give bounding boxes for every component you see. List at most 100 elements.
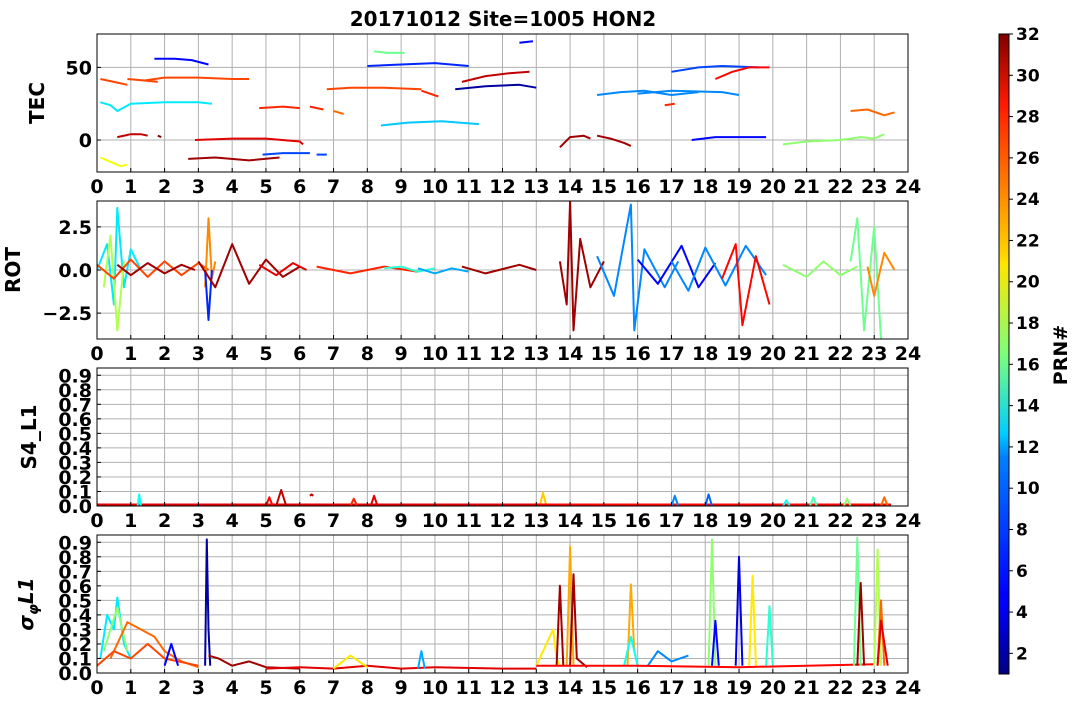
x-tick-label: 22	[827, 510, 853, 532]
x-tick-label: 16	[624, 176, 650, 198]
series-line-prn-29	[194, 137, 304, 146]
x-tick-label: 12	[489, 510, 515, 532]
x-tick-label: 0	[90, 677, 103, 699]
x-tick-label: 4	[226, 677, 239, 699]
panel-3: 0 1 2 3 4 5 6 7 8 9 10 11 12 13 14 15 16 17 18 19 20 21 22 23 24…	[14, 532, 921, 699]
x-tick-label: 15	[591, 677, 617, 699]
x-tick-label: 14	[557, 510, 583, 532]
y-tick-label: 0.9	[58, 365, 92, 387]
x-tick-label: 12	[489, 343, 515, 365]
x-tick-label: 19	[726, 343, 752, 365]
x-tick-label: 5	[259, 510, 272, 532]
x-tick-label: 20	[760, 343, 786, 365]
x-tick-label: 19	[726, 176, 752, 198]
x-tick-label: 2	[158, 510, 171, 532]
x-tick-label: 20	[760, 510, 786, 532]
series-line-prn-17	[782, 133, 885, 146]
colorbar-gradient	[999, 34, 1009, 674]
x-tick-label: 13	[523, 343, 549, 365]
x-tick-label: 3	[192, 176, 205, 198]
x-tick-label: 6	[293, 343, 306, 365]
series-line-prn-5	[154, 57, 209, 66]
series-line-prn-26	[100, 78, 128, 86]
x-tick-label: 16	[624, 677, 650, 699]
x-tick-label: 10	[422, 510, 448, 532]
x-tick-label: 21	[793, 677, 819, 699]
x-tick-label: 3	[192, 510, 205, 532]
series-line-prn-24	[204, 217, 217, 288]
x-tick-label: 2	[158, 176, 171, 198]
series-line-prn-12	[97, 206, 142, 306]
x-tick-label: 13	[523, 510, 549, 532]
colorbar-label: PRN#	[1050, 325, 1072, 385]
series-line-prn-16	[849, 217, 882, 339]
series-line-prn-10	[417, 650, 426, 669]
x-tick-label: 23	[861, 677, 887, 699]
x-tick-label: 18	[692, 343, 718, 365]
x-tick-label: 23	[861, 510, 887, 532]
figure-title: 20171012 Site=1005 HON2	[350, 7, 656, 31]
series-line-prn-27	[309, 105, 324, 111]
x-tick-label: 24	[895, 176, 921, 198]
series-line-prn-31	[559, 134, 591, 149]
x-tick-label: 13	[523, 677, 549, 699]
y-tick-label: 0.9	[58, 532, 92, 554]
y-tick-label: −2.5	[42, 303, 92, 325]
series-line-prn-31	[596, 134, 632, 147]
series-line-prn-17	[782, 260, 858, 278]
x-tick-label: 11	[455, 176, 481, 198]
x-tick-label: 7	[327, 677, 340, 699]
x-tick-label: 7	[327, 176, 340, 198]
y-tick-label: 0.0	[58, 260, 92, 282]
x-tick-label: 21	[793, 343, 819, 365]
x-tick-label: 13	[523, 176, 549, 198]
x-tick-label: 15	[591, 510, 617, 532]
y-axis-label: ROT	[1, 247, 25, 293]
x-tick-label: 1	[124, 343, 137, 365]
x-tick-label: 23	[861, 343, 887, 365]
x-tick-label: 19	[726, 677, 752, 699]
x-tick-label: 4	[226, 176, 239, 198]
series-line-prn-30	[117, 133, 148, 139]
colorbar-tick-label: 22	[1016, 231, 1040, 251]
x-tick-label: 18	[692, 677, 718, 699]
series-line-prn-31	[555, 584, 565, 666]
x-tick-label: 8	[361, 343, 374, 365]
x-tick-label: 7	[327, 343, 340, 365]
x-tick-label: 14	[557, 677, 583, 699]
y-axis-label: S4_L1	[17, 405, 41, 470]
x-tick-label: 6	[293, 176, 306, 198]
series-line-prn-25	[850, 108, 895, 117]
x-tick-label: 4	[226, 510, 239, 532]
x-tick-label: 16	[624, 510, 650, 532]
series-line-prn-16	[373, 50, 405, 54]
series-line-prn-27	[421, 89, 439, 98]
x-tick-label: 16	[624, 343, 650, 365]
series-line-prn-23	[626, 583, 639, 666]
series-line-prn-31	[461, 263, 537, 275]
x-tick-label: 9	[395, 176, 408, 198]
x-tick-label: 17	[658, 176, 684, 198]
x-tick-label: 5	[259, 176, 272, 198]
prn-colorbar: PRN# 2468101214161820222426283032	[998, 25, 1072, 675]
series-line-prn-7	[262, 152, 310, 156]
x-tick-label: 12	[489, 176, 515, 198]
x-tick-label: 21	[793, 176, 819, 198]
x-tick-label: 9	[395, 677, 408, 699]
x-tick-label: 11	[455, 343, 481, 365]
x-tick-label: 12	[489, 677, 515, 699]
x-tick-label: 0	[90, 510, 103, 532]
x-tick-label: 8	[361, 510, 374, 532]
x-tick-label: 15	[591, 176, 617, 198]
x-tick-label: 1	[124, 510, 137, 532]
x-tick-label: 15	[591, 343, 617, 365]
series-line-prn-20	[100, 156, 128, 168]
x-tick-label: 18	[692, 510, 718, 532]
series-group	[97, 489, 892, 506]
x-tick-label: 10	[422, 343, 448, 365]
x-tick-label: 4	[226, 343, 239, 365]
x-tick-label: 24	[895, 677, 921, 699]
x-tick-label: 23	[861, 176, 887, 198]
series-line-prn-31	[208, 654, 300, 670]
x-tick-label: 10	[422, 677, 448, 699]
